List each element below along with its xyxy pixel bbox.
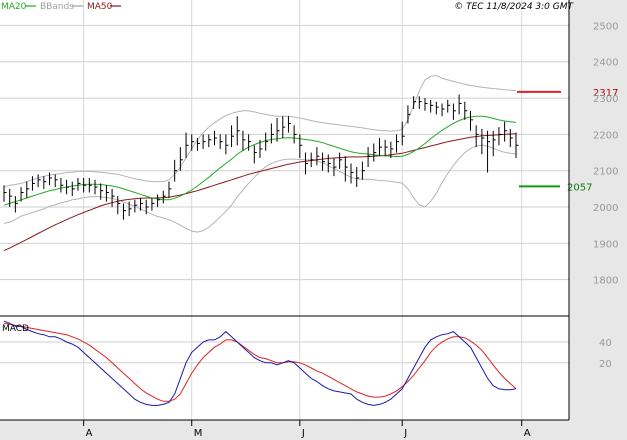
legend: MA20 BBands MA50 [1,2,121,12]
macd-tick-label: 20 [599,359,612,370]
chart-background [0,0,627,440]
price-tick-label: 1900 [593,239,618,250]
price-tick-label: 2300 [593,94,618,105]
watermark: © TEC 11/8/2024 3:0 GMT [454,2,574,12]
price-tick-label: 1800 [593,276,618,287]
macd-tick-label: 40 [599,338,612,349]
bottom-axis-band [0,420,627,440]
legend-ma50-label: MA50 [87,2,113,12]
month-label: A [524,428,531,439]
price-tick-label: 2200 [593,130,618,141]
month-label: M [194,428,203,439]
price-tick-label: 2500 [593,21,618,32]
legend-bbands-label: BBands [40,2,74,12]
legend-ma20-label: MA20 [1,2,27,12]
month-label: A [86,428,93,439]
stock-chart: AMJJA 23172057 1800190020002100220023002… [0,0,627,440]
macd-panel-label: MACD [2,324,29,334]
price-tick-label: 2100 [593,167,618,178]
price-tick-label: 2000 [593,203,618,214]
support-level-label: 2057 [567,182,592,193]
month-label: J [301,428,305,439]
month-label: J [403,428,407,439]
price-tick-label: 2400 [593,58,618,69]
